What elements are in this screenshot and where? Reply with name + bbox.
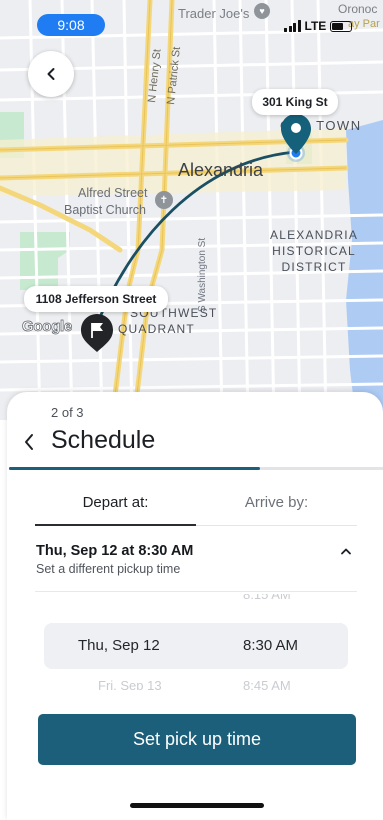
set-pickup-time-label: Set pick up time <box>132 729 262 749</box>
map-label-quadrant-line2: QUADRANT <box>118 322 195 336</box>
tab-depart-at[interactable]: Depart at: <box>35 486 196 526</box>
origin-callout[interactable]: 1108 Jefferson Street <box>24 286 168 312</box>
picker-below-time: 8:45 AM <box>243 678 291 690</box>
map-label-historic-line2: HISTORICAL <box>272 244 356 258</box>
datetime-picker-wheel[interactable]: 8:15 AM Thu, Sep 12 8:30 AM Fri, Sep 13 … <box>35 594 357 690</box>
picker-selected-date: Thu, Sep 12 <box>78 637 160 654</box>
origin-flag-icon[interactable] <box>79 312 115 354</box>
status-time-text: 9:08 <box>57 17 85 33</box>
picker-selected-row[interactable]: Thu, Sep 12 8:30 AM <box>44 623 348 669</box>
map-label-historic-line1: ALEXANDRIA <box>270 228 359 242</box>
map-label-alexandria: Alexandria <box>178 160 264 180</box>
tab-depart-at-label: Depart at: <box>82 494 149 511</box>
network-type: LTE <box>304 19 327 33</box>
home-indicator[interactable] <box>130 803 264 808</box>
chevron-left-icon <box>25 434 33 450</box>
map-label-church-line1: Alfred Street <box>78 186 148 200</box>
picker-below-date: Fri, Sep 13 <box>98 678 162 690</box>
map-label-trader-joes: Trader Joe's <box>178 6 250 21</box>
shopping-icon: ♥ <box>254 3 270 19</box>
origin-address: 1108 Jefferson Street <box>35 292 157 306</box>
step-indicator: 2 of 3 <box>51 405 84 420</box>
map-label-church-line2: Baptist Church <box>64 203 146 217</box>
divider <box>35 591 357 592</box>
cellular-signal-icon <box>284 20 301 32</box>
sheet-back-button[interactable] <box>23 429 43 455</box>
church-icon: ✝ <box>155 191 173 209</box>
set-pickup-time-button[interactable]: Set pick up time <box>38 714 356 765</box>
schedule-sheet: 2 of 3 Schedule Depart at: Arrive by: Th… <box>7 392 383 820</box>
selected-datetime: Thu, Sep 12 at 8:30 AM <box>36 543 194 559</box>
progress-bar <box>9 467 383 470</box>
chevron-left-icon <box>47 68 55 80</box>
tab-arrive-by[interactable]: Arrive by: <box>196 486 357 526</box>
picker-selected-time: 8:30 AM <box>243 637 299 654</box>
schedule-mode-tabs: Depart at: Arrive by: <box>35 486 357 526</box>
destination-address: 301 King St <box>262 95 328 109</box>
map-label-historic-district: ALEXANDRIA HISTORICAL DISTRICT <box>270 227 358 275</box>
selected-hint: Set a different pickup time <box>36 562 181 576</box>
map-label-bay-park: ay Par <box>348 18 380 30</box>
page-title: Schedule <box>51 426 156 454</box>
map-label-historic-line3: DISTRICT <box>281 260 347 274</box>
map-label-s-washington-st: S Washington St <box>197 237 208 312</box>
map-view[interactable]: Trader Joe's ♥ Oronoc ay Par N Henry St … <box>0 0 383 420</box>
collapse-picker-button[interactable] <box>337 542 355 560</box>
battery-icon <box>330 20 353 32</box>
status-icons: LTE <box>284 18 353 34</box>
destination-pin-icon[interactable] <box>279 112 313 156</box>
destination-callout[interactable]: 301 King St <box>252 89 338 115</box>
map-label-oronoco: Oronoc <box>338 2 378 16</box>
tab-arrive-by-label: Arrive by: <box>244 494 309 511</box>
status-time: 9:08 <box>37 14 105 36</box>
picker-above-time: 8:15 AM <box>243 594 291 602</box>
map-back-button[interactable] <box>28 51 74 97</box>
chevron-up-icon <box>341 548 351 555</box>
progress-bar-fill <box>9 467 260 470</box>
google-logo: Google <box>22 318 73 336</box>
